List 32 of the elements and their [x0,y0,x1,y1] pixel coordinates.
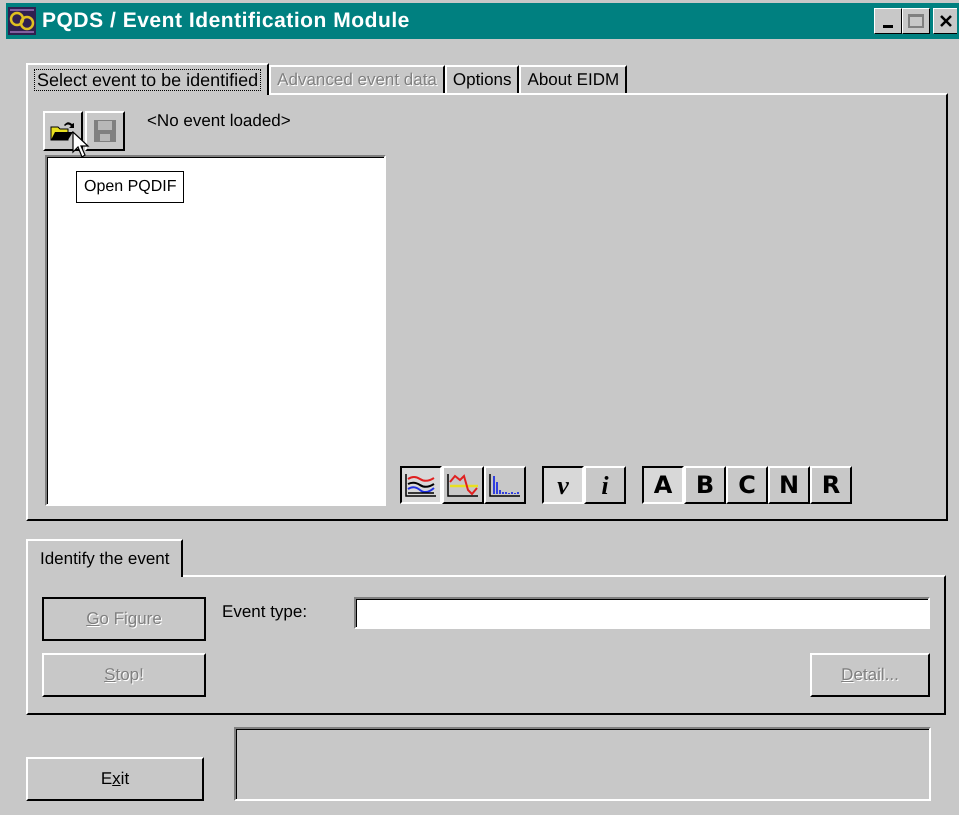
phase-button[interactable]: N [768,466,810,504]
window-title: PQDS / Event Identification Module [42,8,411,34]
event-type-field[interactable] [354,597,930,629]
close-button[interactable] [933,8,957,34]
phase-button[interactable]: R [810,466,852,504]
event-type-label: Event type: [222,601,308,623]
open-button[interactable] [43,111,83,151]
bar-chart-icon [488,472,522,498]
tab[interactable]: About EIDM [519,65,628,93]
phase-button[interactable]: A [642,466,684,504]
tab[interactable]: Options [444,65,520,93]
minimize-button[interactable] [874,8,902,34]
close-icon [938,15,952,27]
spectrum-view-button[interactable] [484,466,526,504]
rms-view-button[interactable] [442,466,484,504]
line-chart-icon [446,472,480,498]
event-status-label: <No event loaded> [147,111,291,131]
quantity-button[interactable]: v [542,466,584,504]
maximize-button[interactable] [902,8,930,34]
waveform-chart-icon [404,472,438,498]
cursor-icon [72,131,90,159]
quantity-button[interactable]: i [584,466,626,504]
folder-icon [50,120,76,142]
app-icon [8,7,36,35]
waveform-view-button[interactable] [400,466,442,504]
tooltip: Open PQDIF [76,171,184,203]
tab[interactable]: Identify the event [26,539,184,577]
exit-button[interactable]: Exit [26,757,204,801]
phase-button[interactable]: C [726,466,768,504]
tab[interactable]: Select event to be identified [26,63,270,95]
phase-button[interactable]: B [684,466,726,504]
event-list[interactable] [45,155,386,506]
